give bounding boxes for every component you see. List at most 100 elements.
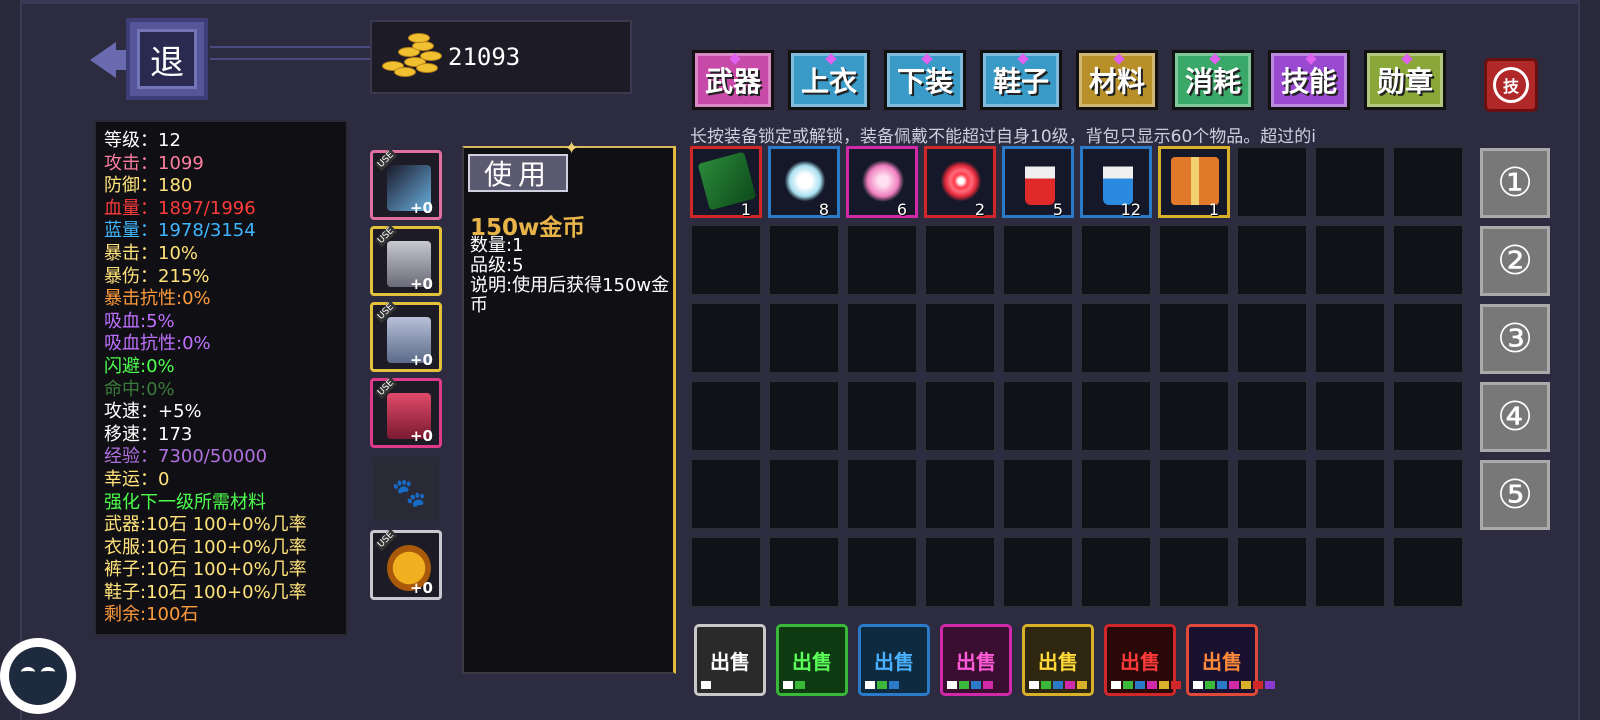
tab-2[interactable]: 下装 <box>884 50 966 110</box>
sell-button-7[interactable]: 出售 <box>1186 624 1275 696</box>
inventory-slot[interactable] <box>768 224 840 296</box>
inventory-slot[interactable] <box>1002 224 1074 296</box>
inventory-slot[interactable] <box>1002 380 1074 452</box>
inventory-slot[interactable] <box>1392 146 1464 218</box>
inventory-slot[interactable] <box>1080 302 1152 374</box>
sell-button-2[interactable]: 出售 <box>776 624 848 696</box>
sell-button-1[interactable]: 出售 <box>694 624 766 696</box>
inventory-slot[interactable] <box>690 536 762 608</box>
inventory-slot[interactable] <box>846 536 918 608</box>
inventory-slot[interactable] <box>1002 458 1074 530</box>
refresh-icon: 技 <box>1493 67 1529 103</box>
inventory-slot[interactable] <box>1158 380 1230 452</box>
inventory-slot[interactable] <box>1002 536 1074 608</box>
inventory-slot[interactable] <box>1392 302 1464 374</box>
inventory-slot[interactable] <box>1236 458 1308 530</box>
quality-dots <box>1029 681 1087 689</box>
inventory-slot[interactable] <box>924 380 996 452</box>
inventory-slot[interactable] <box>768 380 840 452</box>
tab-7[interactable]: 勋章 <box>1364 50 1446 110</box>
stat-line: 经验：7300/50000 <box>104 446 268 468</box>
inventory-item[interactable]: 1 <box>690 146 762 219</box>
inventory-item[interactable]: 8 <box>768 146 840 219</box>
inventory-item[interactable]: 5 <box>1002 146 1074 219</box>
skill-refresh-button[interactable]: 技 <box>1484 58 1538 112</box>
page-button-3[interactable]: ③ <box>1480 304 1550 374</box>
inventory-slot[interactable] <box>1158 302 1230 374</box>
inventory-slot[interactable] <box>1080 380 1152 452</box>
inventory-item[interactable]: 2 <box>924 146 996 219</box>
page-button-1[interactable]: ① <box>1480 148 1550 218</box>
inventory-slot[interactable] <box>924 536 996 608</box>
item-count: 12 <box>1120 200 1141 219</box>
equip-slot-pet[interactable]: 🐾 <box>370 454 442 524</box>
page-button-5[interactable]: ⑤ <box>1480 460 1550 530</box>
inventory-slot[interactable] <box>1080 536 1152 608</box>
inventory-slot[interactable] <box>1236 536 1308 608</box>
inventory-slot[interactable] <box>1314 302 1386 374</box>
inventory-slot[interactable] <box>846 458 918 530</box>
back-button[interactable]: 退 <box>90 18 210 102</box>
inventory-slot[interactable] <box>1314 224 1386 296</box>
inventory-slot[interactable] <box>924 458 996 530</box>
inventory-slot[interactable] <box>1314 380 1386 452</box>
equip-slot-skill[interactable]: USE +0 <box>370 528 442 600</box>
inventory-slot[interactable] <box>1002 302 1074 374</box>
inventory-slot[interactable] <box>1236 302 1308 374</box>
inventory-slot[interactable] <box>690 458 762 530</box>
equip-slot-weapon[interactable]: USE +0 <box>370 148 442 220</box>
tab-4[interactable]: 材料 <box>1076 50 1158 110</box>
tab-1[interactable]: 上衣 <box>788 50 870 110</box>
tab-3[interactable]: 鞋子 <box>980 50 1062 110</box>
inventory-slot[interactable] <box>924 302 996 374</box>
inventory-slot[interactable] <box>1158 458 1230 530</box>
tab-6[interactable]: 技能 <box>1268 50 1350 110</box>
inventory-slot[interactable] <box>1392 380 1464 452</box>
sell-button-3[interactable]: 出售 <box>858 624 930 696</box>
inventory-slot[interactable] <box>1158 536 1230 608</box>
inventory-slot[interactable] <box>1314 146 1386 218</box>
sell-button-4[interactable]: 出售 <box>940 624 1012 696</box>
tab-0[interactable]: 武器 <box>692 50 774 110</box>
inventory-slot[interactable] <box>768 536 840 608</box>
sell-button-5[interactable]: 出售 <box>1022 624 1094 696</box>
inventory-slot[interactable] <box>846 224 918 296</box>
stat-line: 移速：173 <box>104 423 193 445</box>
stat-line: 衣服:10石 100+0%几率 <box>104 536 307 558</box>
inventory-item[interactable]: 1 <box>1158 146 1230 219</box>
inventory-slot[interactable] <box>768 302 840 374</box>
inventory-slot[interactable] <box>1236 146 1308 218</box>
inventory-slot[interactable] <box>924 224 996 296</box>
page-button-2[interactable]: ② <box>1480 226 1550 296</box>
inventory-slot[interactable] <box>690 302 762 374</box>
item-count: 1 <box>740 200 751 219</box>
inventory-slot[interactable] <box>1158 224 1230 296</box>
tab-5[interactable]: 消耗 <box>1172 50 1254 110</box>
equip-slot-pants[interactable]: USE +0 <box>370 300 442 372</box>
avatar-button[interactable] <box>0 638 76 714</box>
inventory-slot[interactable] <box>1080 224 1152 296</box>
equip-slot-boots[interactable]: USE +0 <box>370 376 442 448</box>
enhance-level: +0 <box>409 579 433 597</box>
inventory-item[interactable]: 12 <box>1080 146 1152 219</box>
inventory-slot[interactable] <box>1314 458 1386 530</box>
stat-line: 强化下一级所需材料 <box>104 491 266 513</box>
inventory-slot[interactable] <box>1236 380 1308 452</box>
inventory-slot[interactable] <box>1314 536 1386 608</box>
inventory-slot[interactable] <box>846 380 918 452</box>
use-button[interactable]: 使用 <box>468 154 568 192</box>
equip-slot-armor[interactable]: USE +0 <box>370 224 442 296</box>
inventory-slot[interactable] <box>1392 224 1464 296</box>
red-orb-icon <box>937 157 985 205</box>
inventory-slot[interactable] <box>1392 536 1464 608</box>
sell-button-6[interactable]: 出售 <box>1104 624 1181 696</box>
page-button-4[interactable]: ④ <box>1480 382 1550 452</box>
inventory-slot[interactable] <box>1392 458 1464 530</box>
inventory-slot[interactable] <box>1080 458 1152 530</box>
inventory-slot[interactable] <box>768 458 840 530</box>
inventory-slot[interactable] <box>846 302 918 374</box>
inventory-slot[interactable] <box>690 380 762 452</box>
inventory-slot[interactable] <box>690 224 762 296</box>
inventory-item[interactable]: 6 <box>846 146 918 219</box>
inventory-slot[interactable] <box>1236 224 1308 296</box>
